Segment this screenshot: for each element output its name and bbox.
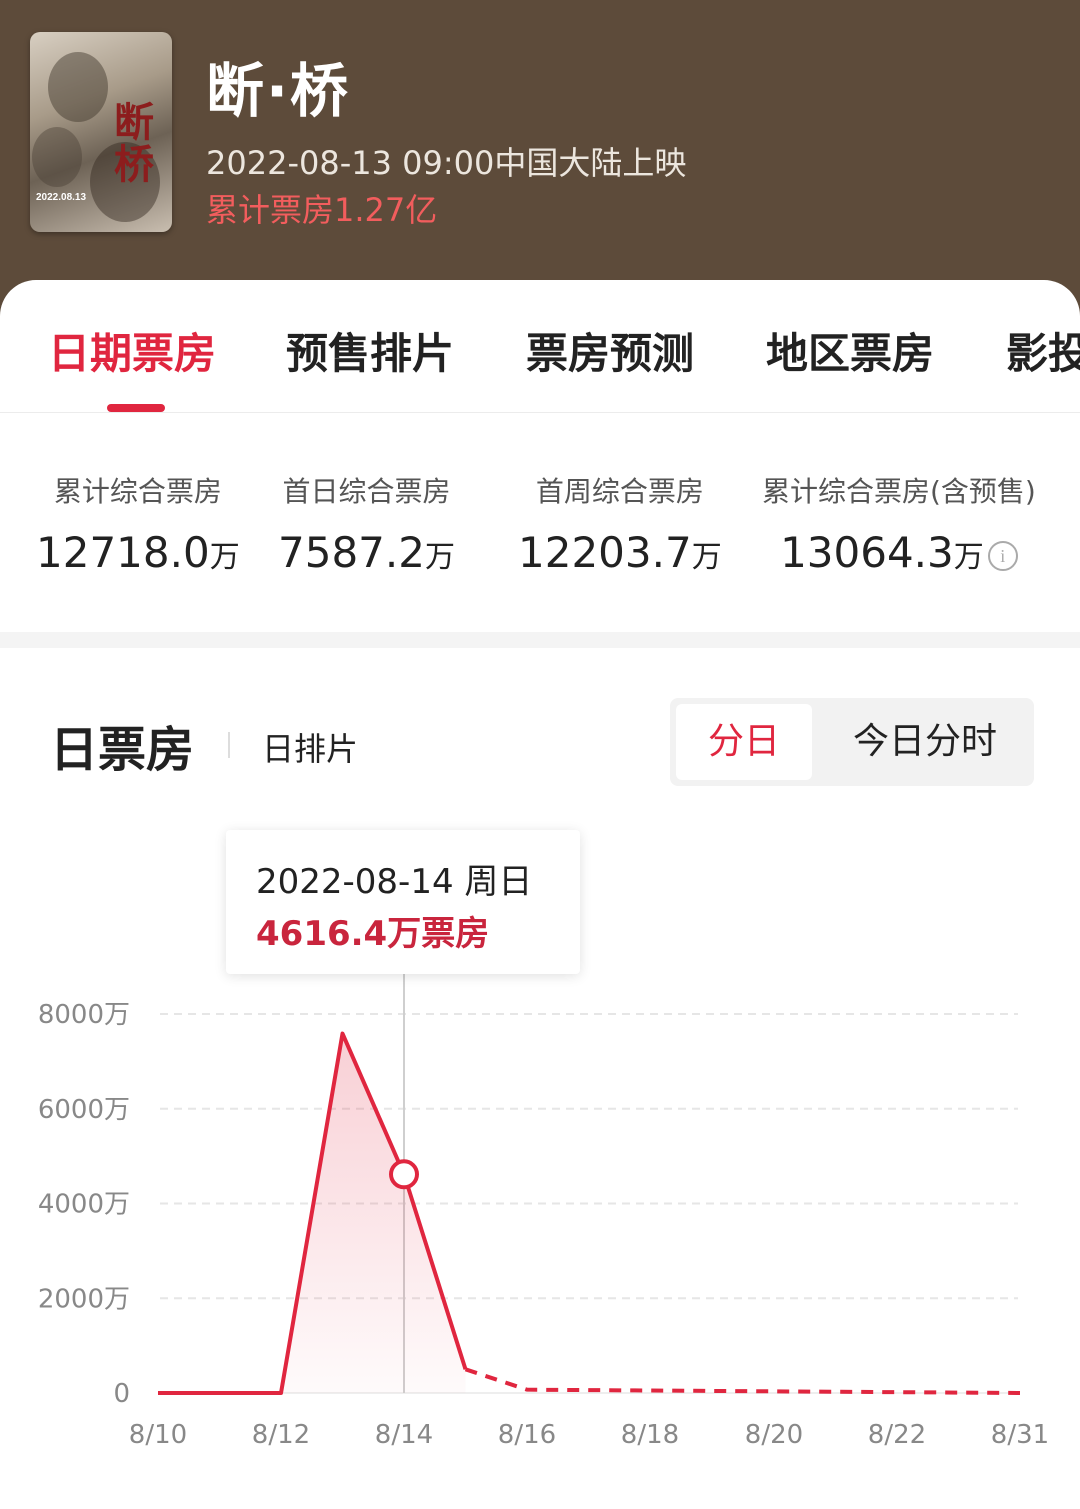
x-tick-label: 8/12 <box>252 1420 310 1450</box>
x-tick-label: 8/18 <box>621 1420 679 1450</box>
x-tick-label: 8/16 <box>498 1420 556 1450</box>
movie-title: 断·桥 <box>206 57 351 125</box>
x-tick-label: 8/31 <box>991 1420 1049 1450</box>
stat-label: 累计综合票房(含预售) <box>762 475 1036 508</box>
stat-value: 7587.2万 <box>278 528 455 577</box>
stat-first-day: 首日综合票房 7587.2万 <box>278 470 455 577</box>
y-tick-label: 0 <box>113 1379 130 1409</box>
x-tick-label: 8/20 <box>745 1420 803 1450</box>
stat-label: 首周综合票房 <box>535 475 704 508</box>
poster-figure <box>48 52 108 122</box>
tab-box-office-forecast[interactable]: 票房预测 <box>526 320 694 381</box>
active-tab-indicator <box>107 404 165 412</box>
x-tick-label: 8/10 <box>129 1420 187 1450</box>
total-box-office: 累计票房1.27亿 <box>206 191 438 229</box>
tooltip-value: 4616.4万票房 <box>256 914 490 954</box>
tab-daily-box-office[interactable]: 日期票房 <box>48 320 216 381</box>
stat-value: 12718.0万 <box>36 528 240 577</box>
section-divider <box>0 632 1080 648</box>
y-tick-label: 8000万 <box>38 1000 130 1030</box>
y-tick-label: 2000万 <box>38 1284 130 1314</box>
stat-value: 13064.3万 i <box>762 528 1036 577</box>
section-title: 日票房 <box>50 722 195 778</box>
chart-tooltip: 2022-08-14 周日 4616.4万票房 <box>226 830 580 974</box>
tab-cinema-investment[interactable]: 影投 <box>1006 320 1080 381</box>
toggle-by-day[interactable]: 分日 <box>676 704 812 780</box>
content-card: 日期票房 预售排片 票房预测 地区票房 影投 累计综合票房 12718.0万 首… <box>0 280 1080 1509</box>
y-tick-label: 6000万 <box>38 1095 130 1125</box>
stat-value: 12203.7万 <box>518 528 722 577</box>
highlight-marker <box>389 1159 419 1190</box>
tooltip-date: 2022-08-14 周日 <box>256 862 533 902</box>
poster-title: 断桥 <box>114 99 154 188</box>
poster-figure <box>32 127 82 187</box>
stat-label: 累计综合票房 <box>53 475 222 508</box>
movie-poster[interactable]: 断桥 2022.08.13 <box>30 32 172 232</box>
stat-cumulative: 累计综合票房 12718.0万 <box>36 470 240 577</box>
tab-presale-schedule[interactable]: 预售排片 <box>286 320 454 381</box>
x-tick-label: 8/14 <box>375 1420 433 1450</box>
y-tick-label: 4000万 <box>38 1190 130 1220</box>
daily-schedule-link[interactable]: 日排片 <box>262 724 358 770</box>
stat-label: 首日综合票房 <box>282 475 451 508</box>
x-tick-label: 8/22 <box>868 1420 926 1450</box>
title-separator <box>228 732 230 758</box>
stat-cumulative-with-presale: 累计综合票房(含预售) 13064.3万 i <box>762 470 1036 577</box>
info-icon[interactable]: i <box>987 540 1018 571</box>
tab-bar: 日期票房 预售排片 票房预测 地区票房 影投 <box>0 280 1080 413</box>
projected-line <box>464 1367 1021 1395</box>
movie-header: 断桥 2022.08.13 断·桥 2022-08-13 09:00中国大陆上映… <box>0 0 1080 320</box>
tab-regional-box-office[interactable]: 地区票房 <box>766 320 934 381</box>
stat-first-week: 首周综合票房 12203.7万 <box>518 470 722 577</box>
toggle-today-hourly[interactable]: 今日分时 <box>820 704 1030 780</box>
release-info: 2022-08-13 09:00中国大陆上映 <box>206 144 687 182</box>
view-toggle: 分日 今日分时 <box>670 698 1034 786</box>
poster-date: 2022.08.13 <box>36 192 87 203</box>
